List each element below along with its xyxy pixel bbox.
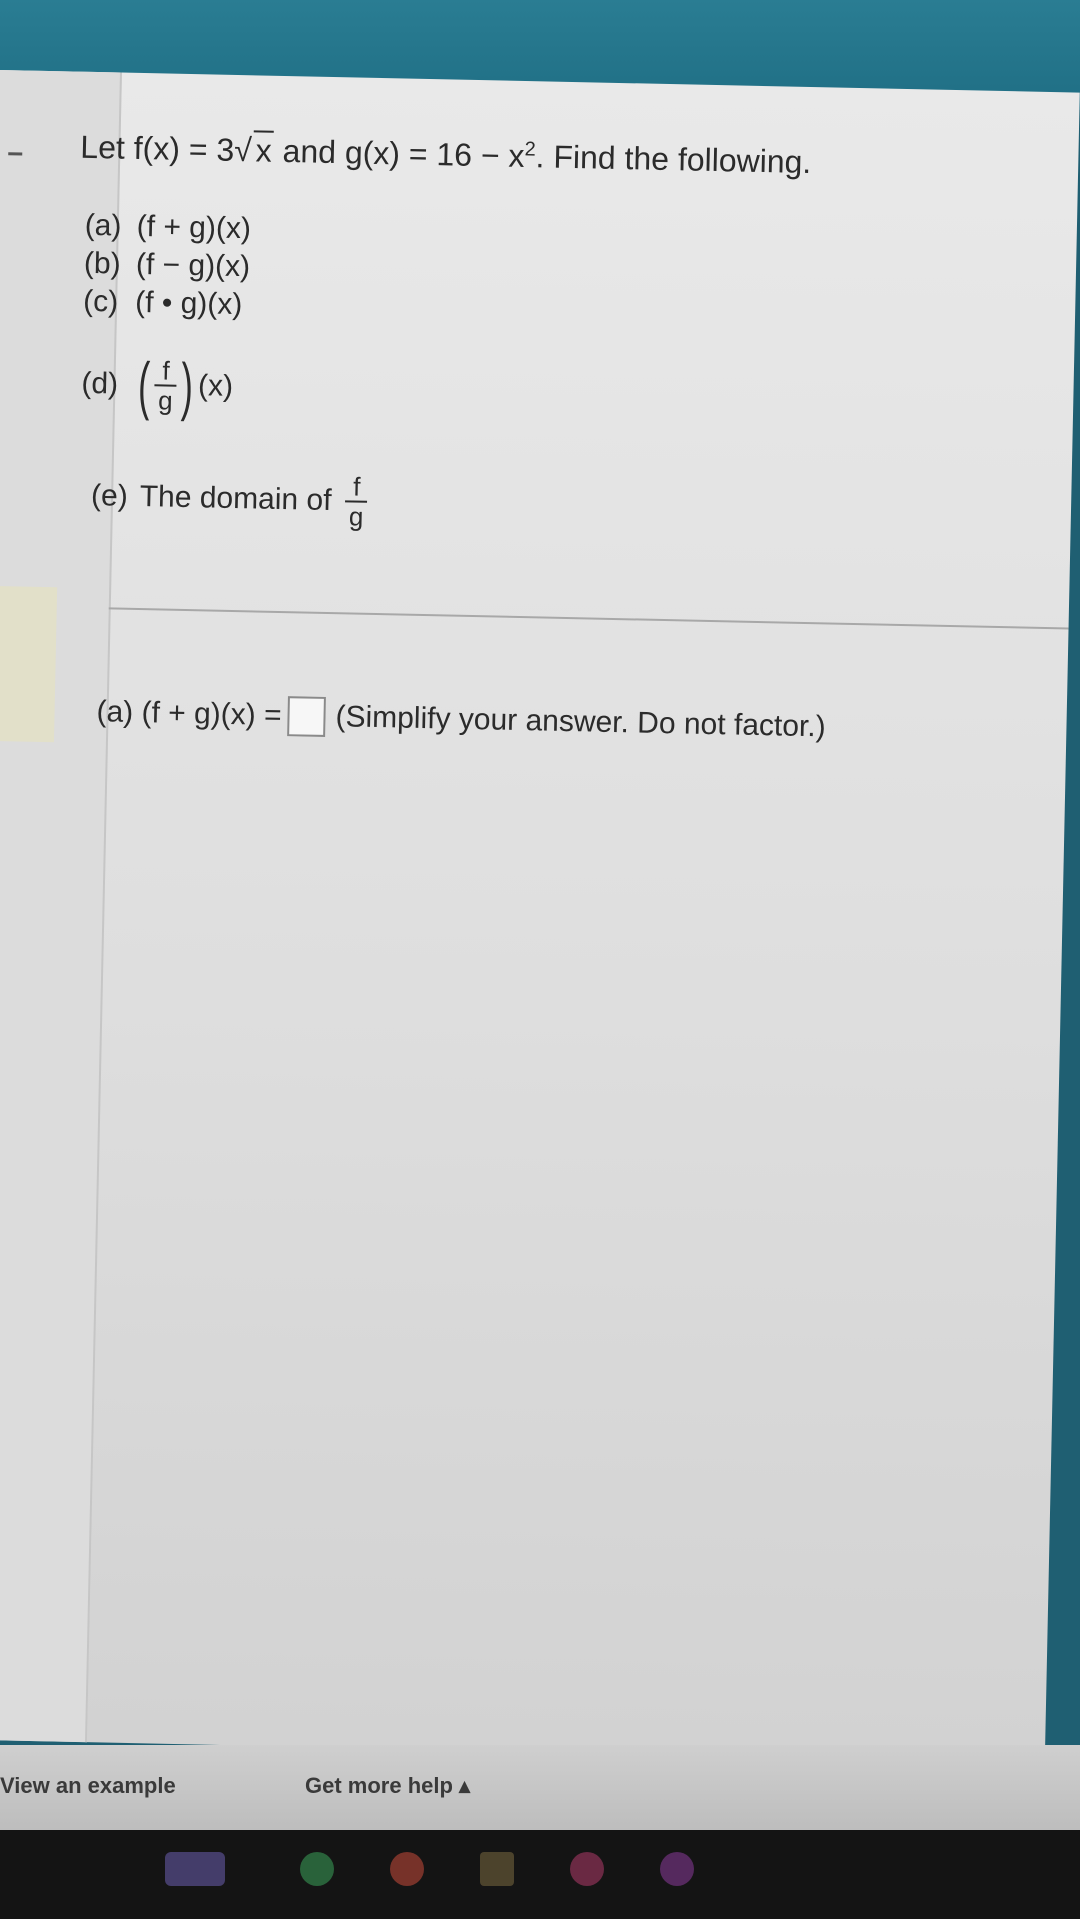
answer-hint: (Simplify your answer. Do not factor.) bbox=[335, 700, 826, 744]
left-paren-icon: ( bbox=[137, 348, 151, 422]
answer-input[interactable] bbox=[287, 696, 326, 737]
answer-prefix: (a) (f + g)(x) = bbox=[96, 695, 282, 733]
part-expression: (f − g)(x) bbox=[135, 247, 251, 284]
taskbar bbox=[0, 1830, 1080, 1919]
problem-statement: Let f(x) = 3√ x and g(x) = 16 − x2. Find … bbox=[80, 127, 812, 181]
fraction: f g bbox=[345, 471, 368, 532]
footer-bar: View an example Get more help ▴ bbox=[0, 1745, 1080, 1830]
part-label: (e) bbox=[90, 479, 129, 513]
view-example-button[interactable]: View an example bbox=[0, 1773, 176, 1799]
statement-prefix: Let f(x) = 3 bbox=[80, 128, 235, 168]
app-icon[interactable] bbox=[570, 1852, 604, 1886]
statement-middle: and g(x) = 16 − x bbox=[273, 132, 525, 174]
part-d-tail: (x) bbox=[197, 369, 234, 403]
statement-suffix: . Find the following. bbox=[535, 138, 812, 181]
part-expression: (f + g)(x) bbox=[136, 209, 252, 246]
sqrt-argument: x bbox=[253, 130, 275, 170]
fraction-numerator: f bbox=[162, 355, 170, 386]
browser-icon[interactable] bbox=[390, 1852, 424, 1886]
problem-page: Let f(x) = 3√ x and g(x) = 16 − x2. Find … bbox=[0, 70, 1080, 1763]
fraction-denominator: g bbox=[348, 501, 364, 532]
left-panel-highlight bbox=[0, 585, 58, 743]
part-d: (d) ( f g ) (x) bbox=[81, 347, 234, 424]
part-expression: (f • g)(x) bbox=[134, 285, 243, 322]
part-label: (d) bbox=[81, 366, 119, 401]
parts-list: (a) (f + g)(x) (b) (f − g)(x) (c) (f • g)(x… bbox=[83, 207, 252, 324]
part-b: (b) (f − g)(x) bbox=[84, 245, 251, 286]
answer-row: (a) (f + g)(x) = (Simplify your answer. … bbox=[96, 692, 826, 747]
part-e: (e) The domain of f g bbox=[90, 467, 368, 532]
fraction: f g bbox=[154, 355, 177, 416]
part-a: (a) (f + g)(x) bbox=[84, 207, 251, 248]
folder-icon[interactable] bbox=[480, 1852, 514, 1886]
sqrt-radical-icon: √ bbox=[233, 131, 253, 169]
part-c: (c) (f • g)(x) bbox=[83, 283, 250, 324]
app-icon[interactable] bbox=[165, 1852, 225, 1886]
collapse-dash-icon[interactable] bbox=[8, 152, 23, 156]
app-icon[interactable] bbox=[300, 1852, 334, 1886]
get-more-help-button[interactable]: Get more help ▴ bbox=[305, 1773, 470, 1799]
right-paren-icon: ) bbox=[180, 349, 195, 423]
part-label: (b) bbox=[83, 246, 121, 281]
app-icon[interactable] bbox=[660, 1852, 694, 1886]
fraction-numerator: f bbox=[352, 471, 361, 502]
part-label: (a) bbox=[84, 208, 122, 243]
section-divider bbox=[108, 607, 1069, 630]
part-label: (c) bbox=[82, 284, 119, 319]
fraction-denominator: g bbox=[157, 385, 173, 416]
part-e-text: The domain of bbox=[139, 480, 332, 518]
